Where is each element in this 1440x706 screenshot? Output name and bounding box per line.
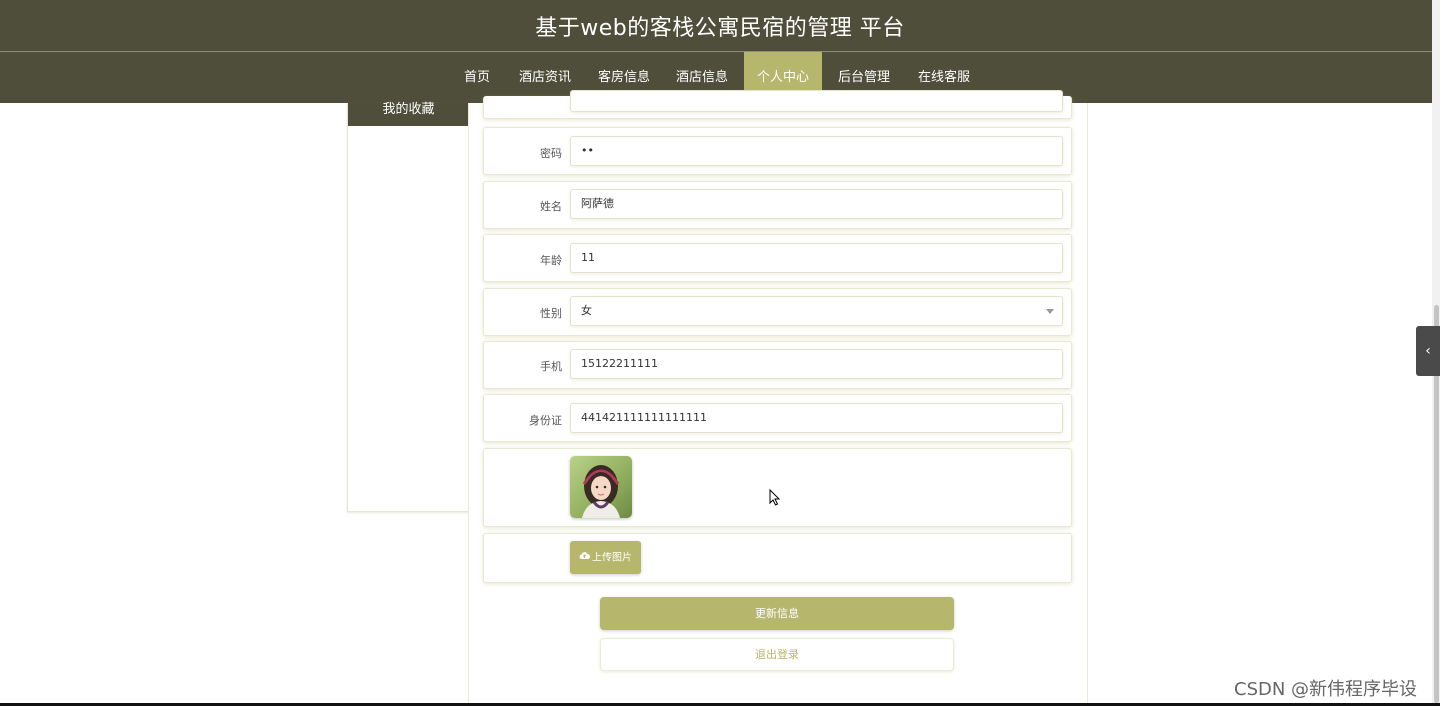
id-card-field[interactable]: 441421111111111111 — [570, 403, 1063, 433]
partial-field-input[interactable] — [570, 90, 1063, 112]
age-label: 年龄 — [540, 254, 562, 267]
profile-photo[interactable] — [570, 456, 632, 518]
name-label: 姓名 — [540, 200, 562, 213]
chevron-down-icon — [1046, 309, 1054, 314]
chevron-left-icon: ‹ — [1425, 343, 1431, 359]
phone-label: 手机 — [540, 360, 562, 373]
name-field[interactable]: 阿萨德 — [570, 189, 1063, 219]
csdn-watermark: CSDN @新伟程序毕设 — [1234, 679, 1418, 700]
side-panel-toggle[interactable]: ‹ — [1416, 326, 1440, 376]
password-field[interactable]: •• — [570, 136, 1063, 166]
gender-select[interactable]: 女 — [570, 296, 1063, 326]
upload-image-label: 上传图片 — [592, 552, 632, 564]
gender-label: 性别 — [540, 307, 562, 320]
cloud-upload-icon — [579, 541, 590, 574]
sidebar-item-favorites[interactable]: 我的收藏 — [348, 103, 469, 126]
personal-sidebar: 我的收藏 — [347, 103, 470, 512]
profile-photo-image — [570, 456, 632, 518]
site-header: 基于web的客栈公寓民宿的管理 平台 — [0, 0, 1440, 52]
logout-button[interactable]: 退出登录 — [600, 638, 954, 671]
age-field[interactable]: 11 — [570, 243, 1063, 273]
site-title: 基于web的客栈公寓民宿的管理 平台 — [535, 16, 905, 41]
mouse-cursor-icon — [769, 488, 781, 510]
update-info-button[interactable]: 更新信息 — [600, 597, 954, 630]
password-label: 密码 — [540, 147, 562, 160]
id-card-label: 身份证 — [529, 414, 562, 427]
upload-image-button[interactable]: 上传图片 — [570, 541, 641, 574]
phone-field[interactable]: 15122211111 — [570, 349, 1063, 379]
